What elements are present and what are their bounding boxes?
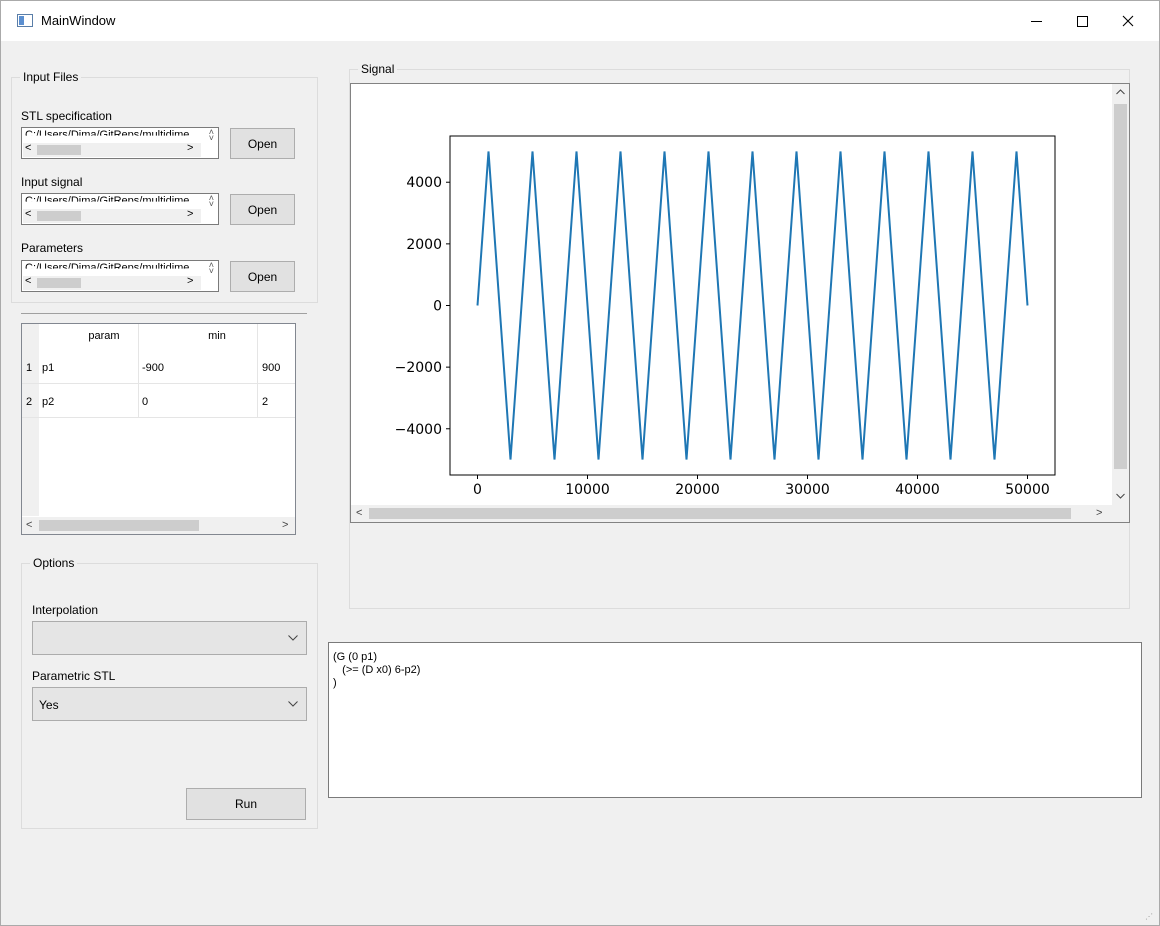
plot-vertical-scrollbar[interactable] bbox=[1112, 84, 1129, 505]
stl-path-scrollbar[interactable]: < > bbox=[23, 142, 201, 157]
scroll-left-icon[interactable]: < bbox=[26, 519, 32, 531]
table-gridline bbox=[22, 417, 295, 418]
table-cell-param[interactable]: p2 bbox=[42, 393, 54, 411]
stl-path-spin-icon[interactable]: ˄ ˅ bbox=[209, 128, 214, 143]
y-tick-label: −2000 bbox=[395, 360, 442, 376]
scroll-right-icon[interactable]: > bbox=[282, 519, 288, 531]
signal-group-title: Signal bbox=[358, 62, 398, 76]
interpolation-label: Interpolation bbox=[32, 603, 99, 617]
signal-series-line bbox=[476, 151, 1029, 460]
editor-line: ) bbox=[333, 677, 337, 689]
table-cell-max[interactable]: 900 bbox=[262, 359, 280, 377]
stl-path-text: C:/Users/Dima/GitReps/multidime bbox=[25, 129, 190, 141]
signal-path-scrollbar[interactable]: < > bbox=[23, 208, 201, 223]
window-title: MainWindow bbox=[41, 13, 116, 28]
signal-path-text: C:/Users/Dima/GitReps/multidime bbox=[25, 195, 190, 207]
scrollbar-corner bbox=[1112, 505, 1129, 522]
table-row-index: 2 bbox=[26, 396, 33, 408]
scroll-left-icon[interactable]: < bbox=[25, 208, 31, 220]
parameters-label: Parameters bbox=[21, 241, 84, 255]
plot-horizontal-scrollbar[interactable]: < > bbox=[351, 505, 1112, 522]
interpolation-select[interactable] bbox=[32, 621, 307, 655]
close-button[interactable] bbox=[1105, 1, 1151, 41]
parametric-stl-label: Parametric STL bbox=[32, 669, 116, 683]
parametric-stl-value: Yes bbox=[39, 698, 59, 712]
resize-grip-icon[interactable]: ⋰ bbox=[1145, 912, 1153, 921]
main-window: MainWindow Input Files STL specification… bbox=[0, 0, 1160, 926]
chevron-down-icon bbox=[288, 630, 298, 644]
param-table[interactable]: param min 1 p1 -900 900 2 p2 0 2 < > bbox=[21, 323, 296, 535]
y-tick-label: −4000 bbox=[395, 422, 442, 438]
table-cell-max[interactable]: 2 bbox=[262, 393, 268, 411]
plot-frame bbox=[449, 135, 1056, 476]
y-tick-label: 2000 bbox=[406, 237, 442, 253]
minimize-button[interactable] bbox=[1013, 1, 1059, 41]
x-tick-label: 0 bbox=[473, 482, 482, 498]
scroll-left-icon[interactable]: < bbox=[25, 142, 31, 154]
maximize-button[interactable] bbox=[1059, 1, 1105, 41]
x-tick-label: 20000 bbox=[675, 482, 720, 498]
title-bar: MainWindow bbox=[1, 1, 1159, 41]
maximize-icon bbox=[1076, 15, 1088, 27]
table-horizontal-scrollbar[interactable]: < > bbox=[22, 517, 295, 534]
scrollbar-thumb[interactable] bbox=[1114, 104, 1127, 469]
scroll-right-icon[interactable]: > bbox=[187, 142, 193, 154]
table-header-param[interactable]: param bbox=[74, 330, 134, 342]
editor-line: (>= (D x0) 6-p2) bbox=[333, 664, 421, 676]
x-tick-label: 50000 bbox=[1005, 482, 1050, 498]
y-tick-label: 0 bbox=[433, 299, 442, 315]
table-row-header bbox=[22, 324, 39, 516]
table-gridline bbox=[257, 324, 258, 418]
scroll-right-icon[interactable]: > bbox=[187, 208, 193, 220]
scroll-up-icon[interactable] bbox=[1116, 86, 1125, 98]
open-stl-button[interactable]: Open bbox=[230, 128, 295, 159]
params-path-spin-icon[interactable]: ˄ ˅ bbox=[209, 261, 214, 276]
app-icon bbox=[17, 14, 33, 27]
table-gridline bbox=[22, 383, 295, 384]
open-signal-button[interactable]: Open bbox=[230, 194, 295, 225]
scroll-down-icon[interactable] bbox=[1116, 490, 1125, 502]
minimize-icon bbox=[1030, 20, 1042, 22]
options-group-title: Options bbox=[30, 556, 78, 570]
table-cell-param[interactable]: p1 bbox=[42, 359, 54, 377]
y-tick-label: 4000 bbox=[406, 175, 442, 191]
scrollbar-thumb[interactable] bbox=[37, 145, 81, 155]
params-path-field[interactable]: C:/Users/Dima/GitReps/multidime ˄ ˅ < > bbox=[21, 260, 219, 292]
stl-text-editor[interactable]: (G (0 p1) (>= (D x0) 6-p2) ) bbox=[328, 642, 1142, 798]
parametric-stl-select[interactable]: Yes bbox=[32, 687, 307, 721]
table-row-index: 1 bbox=[26, 362, 33, 374]
input-signal-label: Input signal bbox=[21, 175, 83, 189]
signal-path-field[interactable]: C:/Users/Dima/GitReps/multidime ˄ ˅ < > bbox=[21, 193, 219, 225]
close-icon bbox=[1122, 15, 1134, 27]
x-tick-label: 30000 bbox=[785, 482, 830, 498]
table-cell-min[interactable]: -900 bbox=[142, 359, 164, 377]
separator bbox=[21, 313, 307, 314]
table-gridline bbox=[138, 324, 139, 418]
x-tick-label: 10000 bbox=[565, 482, 610, 498]
x-tick-label: 40000 bbox=[895, 482, 940, 498]
scroll-right-icon[interactable]: > bbox=[187, 275, 193, 287]
run-button[interactable]: Run bbox=[186, 788, 306, 820]
scroll-left-icon[interactable]: < bbox=[25, 275, 31, 287]
open-params-button[interactable]: Open bbox=[230, 261, 295, 292]
signal-plot-area[interactable]: 0 10000 20000 30000 40000 50000 4000 2000 0 −2000… bbox=[350, 83, 1130, 523]
scrollbar-thumb[interactable] bbox=[39, 520, 199, 531]
editor-line: (G (0 p1) bbox=[333, 651, 378, 663]
signal-path-spin-icon[interactable]: ˄ ˅ bbox=[209, 194, 214, 209]
stl-spec-label: STL specification bbox=[21, 109, 112, 123]
input-files-group-title: Input Files bbox=[20, 70, 82, 84]
params-path-text: C:/Users/Dima/GitReps/multidime bbox=[25, 262, 190, 274]
scroll-right-icon[interactable]: > bbox=[1096, 507, 1102, 519]
scrollbar-thumb[interactable] bbox=[37, 211, 81, 221]
params-path-scrollbar[interactable]: < > bbox=[23, 275, 201, 290]
table-cell-min[interactable]: 0 bbox=[142, 393, 148, 411]
scrollbar-thumb[interactable] bbox=[37, 278, 81, 288]
table-header-min[interactable]: min bbox=[182, 330, 252, 342]
chevron-down-icon bbox=[288, 696, 298, 710]
stl-path-field[interactable]: C:/Users/Dima/GitReps/multidime ˄ ˅ < > bbox=[21, 127, 219, 159]
signal-chart: 0 10000 20000 30000 40000 50000400020000−2000… bbox=[395, 135, 1056, 498]
scroll-left-icon[interactable]: < bbox=[356, 507, 362, 519]
scrollbar-thumb[interactable] bbox=[369, 508, 1071, 519]
